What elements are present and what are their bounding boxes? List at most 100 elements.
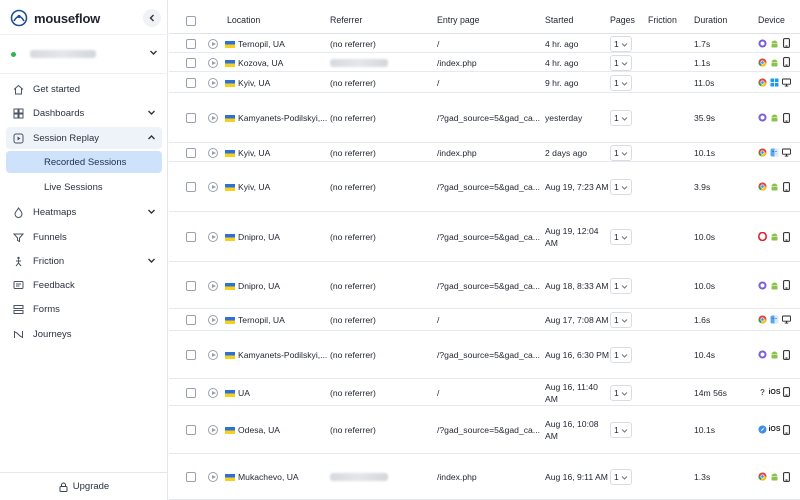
pages-dropdown[interactable]: 1 (610, 35, 632, 52)
play-session-icon[interactable] (208, 387, 218, 398)
table-row[interactable]: Dnipro, UA (no referrer) /?gad_source=5&ga… (169, 212, 800, 262)
header-location[interactable]: Location (227, 15, 260, 25)
cell-entry-page[interactable]: /?gad_source=5&gad_ca... (437, 232, 540, 242)
row-checkbox[interactable] (186, 350, 196, 360)
play-session-icon[interactable] (208, 315, 218, 325)
row-checkbox[interactable] (186, 78, 196, 88)
table-row[interactable]: Odesa, UA (no referrer) /?gad_source=5&gad… (169, 406, 800, 454)
cell-entry-page[interactable]: /index.php (437, 472, 477, 482)
table-row[interactable]: Mukachevo, UA/index.php Aug 16, 9:11 AM 1 1… (169, 454, 800, 500)
header-device[interactable]: Device (758, 15, 785, 25)
table-row[interactable]: Kozova, UA/index.php 4 hr. ago 1 1.1s (169, 53, 800, 72)
row-checkbox[interactable] (186, 315, 196, 325)
play-session-icon[interactable] (208, 57, 218, 68)
row-checkbox[interactable] (186, 425, 196, 435)
nav-forms[interactable]: Forms (6, 298, 162, 320)
cell-entry-page[interactable]: /?gad_source=5&gad_ca... (437, 281, 540, 291)
cell-entry-page[interactable]: /?gad_source=5&gad_ca... (437, 425, 540, 435)
row-checkbox[interactable] (186, 280, 196, 291)
header-entry-page[interactable]: Entry page (437, 15, 480, 25)
cell-entry-page[interactable]: /?gad_source=5&gad_ca... (437, 350, 540, 360)
pages-dropdown[interactable]: 1 (610, 312, 632, 328)
chevron-down-icon (150, 50, 157, 55)
play-session-icon[interactable] (208, 78, 218, 88)
header-pages[interactable]: Pages (610, 15, 635, 25)
nav-funnels[interactable]: Funnels (6, 226, 162, 248)
pages-dropdown[interactable]: 1 (610, 229, 632, 245)
workspace-selector[interactable] (8, 44, 162, 64)
nav-dashboards[interactable]: Dashboards (6, 102, 162, 124)
row-checkbox[interactable] (186, 38, 196, 49)
pages-dropdown[interactable]: 1 (610, 179, 632, 195)
play-session-icon[interactable] (208, 350, 218, 360)
play-session-icon[interactable] (208, 147, 218, 158)
nav-feedback[interactable]: Feedback (6, 274, 162, 296)
play-session-icon[interactable] (208, 113, 218, 123)
nav-label: Session Replay (33, 132, 100, 144)
row-checkbox[interactable] (186, 232, 196, 242)
pages-dropdown[interactable]: 1 (610, 144, 632, 161)
play-session-icon[interactable] (208, 232, 218, 242)
pages-dropdown[interactable]: 1 (610, 75, 632, 91)
table-row[interactable]: Kamyanets-Podilskyi,... (no referrer) /?ga… (169, 93, 800, 143)
row-checkbox[interactable] (186, 113, 196, 123)
play-session-icon[interactable] (208, 472, 218, 482)
upgrade-button[interactable]: Upgrade (0, 472, 168, 500)
header-started[interactable]: Started (545, 15, 573, 25)
table-row[interactable]: Kyiv, UA (no referrer) / 9 hr. ago 1 11.0s (169, 73, 800, 93)
cell-entry-page[interactable]: /index.php (437, 148, 477, 158)
nav-get-started[interactable]: Get started (6, 78, 162, 100)
cell-location: Kyiv, UA (225, 78, 270, 88)
android-icon (770, 281, 779, 290)
select-all-checkbox[interactable] (186, 16, 196, 26)
play-session-icon[interactable] (208, 182, 218, 192)
cell-entry-page[interactable]: /index.php (437, 58, 477, 68)
pages-value: 1 (614, 425, 619, 435)
nav-live-sessions[interactable]: Live Sessions (6, 176, 162, 198)
pages-dropdown[interactable]: 1 (610, 384, 632, 401)
table-row[interactable]: Ternopil, UA (no referrer) / Aug 17, 7:08 A… (169, 309, 800, 331)
play-session-icon[interactable] (208, 425, 218, 435)
pages-dropdown[interactable]: 1 (610, 54, 632, 71)
row-checkbox[interactable] (186, 387, 196, 398)
row-checkbox[interactable] (186, 147, 196, 158)
cell-entry-page[interactable]: / (437, 315, 439, 325)
pages-dropdown[interactable]: 1 (610, 422, 632, 438)
cell-device (758, 349, 791, 360)
ukraine-flag-icon (225, 427, 235, 434)
pages-dropdown[interactable]: 1 (610, 347, 632, 363)
row-checkbox[interactable] (186, 57, 196, 68)
row-checkbox[interactable] (186, 472, 196, 482)
table-row[interactable]: UA (no referrer) / Aug 16, 11:40 AM 1 14m 56s… (169, 379, 800, 406)
play-session-icon[interactable] (208, 280, 218, 291)
nav-friction[interactable]: Friction (6, 250, 162, 272)
play-session-icon[interactable] (208, 38, 218, 49)
header-duration[interactable]: Duration (694, 15, 727, 25)
divider (0, 34, 168, 35)
ios-icon: iOS (768, 426, 781, 433)
table-row[interactable]: Kyiv, UA (no referrer) /?gad_source=5&gad_… (169, 162, 800, 212)
collapse-sidebar-button[interactable] (143, 9, 161, 27)
cell-entry-page[interactable]: / (437, 78, 439, 88)
header-friction[interactable]: Friction (648, 15, 677, 25)
pages-dropdown[interactable]: 1 (610, 110, 632, 126)
nav-journeys[interactable]: Journeys (6, 323, 162, 345)
table-row[interactable]: Dnipro, UA (no referrer) /?gad_source=5&ga… (169, 262, 800, 309)
chevron-up-icon (148, 135, 155, 140)
cell-entry-page[interactable]: / (437, 39, 439, 49)
nav-session-replay[interactable]: Session Replay (6, 127, 162, 149)
pages-dropdown[interactable]: 1 (610, 469, 632, 485)
row-checkbox[interactable] (186, 182, 196, 192)
header-referrer[interactable]: Referrer (330, 15, 362, 25)
table-row[interactable]: Ternopil, UA (no referrer) / 4 hr. ago 1 1.7s (169, 34, 800, 53)
brand[interactable]: mouseflow (10, 8, 100, 28)
table-row[interactable]: Kyiv, UA (no referrer) /index.php 2 days ag… (169, 143, 800, 162)
table-row[interactable]: Kamyanets-Podilskyi,... (no referrer) /?ga… (169, 331, 800, 379)
cell-entry-page[interactable]: /?gad_source=5&gad_ca... (437, 113, 540, 123)
nav-recorded-sessions[interactable]: Recorded Sessions (6, 151, 162, 173)
nav-heatmaps[interactable]: Heatmaps (6, 201, 162, 223)
cell-location: Dnipro, UA (225, 281, 280, 291)
cell-entry-page[interactable]: / (437, 388, 439, 398)
cell-entry-page[interactable]: /?gad_source=5&gad_ca... (437, 182, 540, 192)
pages-dropdown[interactable]: 1 (610, 277, 632, 294)
